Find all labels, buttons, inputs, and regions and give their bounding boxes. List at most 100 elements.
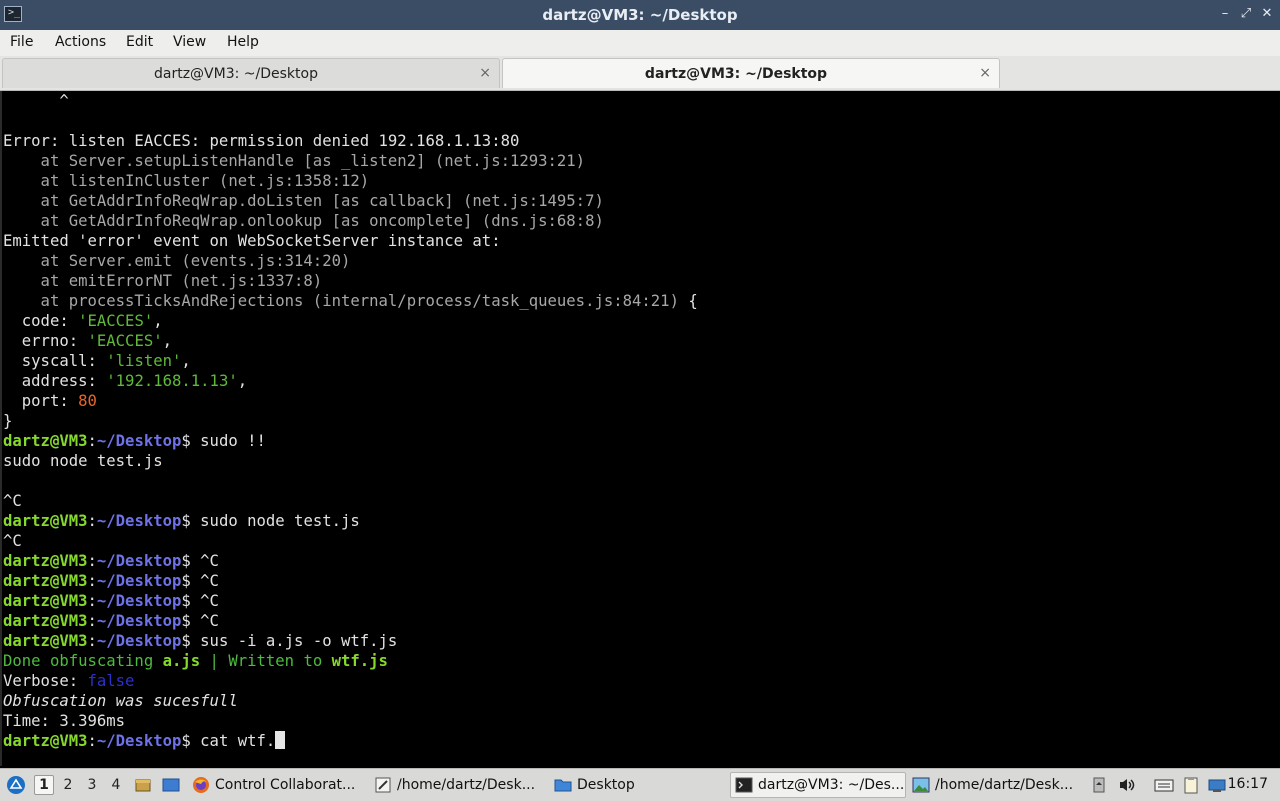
desktop-icon: [162, 778, 180, 792]
terminal-text: 'listen': [106, 352, 182, 370]
clipboard-icon[interactable]: [1182, 769, 1204, 801]
close-button[interactable]: ✕: [1258, 5, 1276, 23]
keyboard-icon[interactable]: [1154, 769, 1176, 801]
terminal-text: ~/Desktop: [96, 592, 182, 610]
terminal-text: 80: [78, 392, 97, 410]
terminal-text: at processTicksAndRejections (internal/p…: [3, 292, 679, 310]
terminal-output[interactable]: ^ Error: listen EACCES: permission denied…: [0, 91, 1280, 766]
terminal-line: address: '192.168.1.13',: [3, 371, 698, 391]
terminal-text: 'EACCES': [78, 312, 154, 330]
terminal-lines: ^ Error: listen EACCES: permission denied…: [3, 91, 698, 751]
tab-terminal-2[interactable]: dartz@VM3: ~/Desktop ×: [502, 58, 1000, 88]
terminal-line: sudo node test.js: [3, 451, 698, 471]
terminal-text: Verbose:: [3, 672, 88, 690]
tab-close-icon[interactable]: ×: [479, 65, 491, 81]
terminal-line: at listenInCluster (net.js:1358:12): [3, 171, 698, 191]
terminal-line: dartz@VM3:~/Desktop$ ^C: [3, 611, 698, 631]
task-image-viewer[interactable]: /home/dartz/Desk...: [912, 772, 1082, 798]
folder-icon: [554, 779, 572, 792]
terminal-line: Error: listen EACCES: permission denied …: [3, 131, 698, 151]
task-text-editor[interactable]: /home/dartz/Desk...: [374, 772, 546, 798]
terminal-text: :: [87, 612, 97, 630]
task-file-manager[interactable]: Desktop: [554, 772, 674, 798]
terminal-line: }: [3, 411, 698, 431]
task-terminal[interactable]: dartz@VM3: ~/Des...: [730, 772, 906, 798]
menu-help[interactable]: Help: [227, 34, 259, 50]
terminal-text: dartz@VM3: [3, 732, 88, 750]
show-desktop-button[interactable]: [134, 769, 154, 801]
workspace-2[interactable]: 2: [58, 775, 78, 795]
terminal-text: $ sudo !!: [181, 432, 266, 450]
clock: 16:17: [1227, 776, 1268, 792]
terminal-text: ,: [162, 332, 172, 350]
terminal-text: '192.168.1.13': [106, 372, 238, 390]
menu-actions[interactable]: Actions: [55, 34, 106, 50]
tab-terminal-1[interactable]: dartz@VM3: ~/Desktop ×: [2, 58, 500, 88]
terminal-line: at Server.emit (events.js:314:20): [3, 251, 698, 271]
terminal-text: dartz@VM3: [3, 512, 88, 530]
terminal-text: :: [87, 572, 97, 590]
terminal-text: at emitErrorNT (net.js:1337:8): [3, 272, 323, 290]
terminal-line: dartz@VM3:~/Desktop$ sus -i a.js -o wtf.…: [3, 631, 698, 651]
terminal-line: Time: 3.396ms: [3, 711, 698, 731]
terminal-text: at GetAddrInfoReqWrap.onlookup [as oncom…: [3, 212, 604, 230]
menu-file[interactable]: File: [10, 34, 33, 50]
workspace-1[interactable]: 1: [34, 775, 54, 795]
terminal-line: errno: 'EACCES',: [3, 331, 698, 351]
lubuntu-logo-icon: [7, 776, 25, 794]
terminal-line: dartz@VM3:~/Desktop$ sudo !!: [3, 431, 698, 451]
terminal-text: $ sudo node test.js: [181, 512, 360, 530]
window-title: dartz@VM3: ~/Desktop: [542, 6, 738, 24]
terminal-text: dartz@VM3: [3, 572, 88, 590]
terminal-line: at emitErrorNT (net.js:1337:8): [3, 271, 698, 291]
terminal-text: ~/Desktop: [96, 632, 182, 650]
terminal-line: ^C: [3, 531, 698, 551]
volume-icon[interactable]: [1118, 769, 1138, 801]
task-label: /home/dartz/Desk...: [935, 777, 1074, 793]
terminal-line: Emitted 'error' event on WebSocketServer…: [3, 231, 698, 251]
terminal-line: dartz@VM3:~/Desktop$ ^C: [3, 591, 698, 611]
start-menu-button[interactable]: [6, 769, 28, 801]
terminal-text: ,: [153, 312, 163, 330]
terminal-line: dartz@VM3:~/Desktop$ cat wtf.: [3, 731, 698, 751]
workspace-4[interactable]: 4: [106, 775, 126, 795]
task-firefox[interactable]: Control Collaborat...: [192, 772, 364, 798]
tray-eject-icon[interactable]: [1092, 769, 1110, 801]
terminal-text: ~/Desktop: [96, 732, 182, 750]
terminal-text: {: [678, 292, 698, 310]
terminal-text: Error: listen EACCES: permission denied …: [3, 132, 520, 150]
terminal-text: $ ^C: [181, 552, 219, 570]
terminal-text: }: [3, 412, 13, 430]
menu-view[interactable]: View: [173, 34, 206, 50]
terminal-text: at listenInCluster (net.js:1358:12): [3, 172, 370, 190]
terminal-line: ^C: [3, 491, 698, 511]
terminal-text: dartz@VM3: [3, 552, 88, 570]
terminal-text: wtf.js: [331, 652, 388, 670]
terminal-line: Done obfuscating a.js | Written to wtf.j…: [3, 651, 698, 671]
minimize-button[interactable]: –: [1216, 5, 1234, 23]
terminal-text: dartz@VM3: [3, 432, 88, 450]
terminal-text: ^C: [3, 492, 22, 510]
workspace-3[interactable]: 3: [82, 775, 102, 795]
terminal-line: dartz@VM3:~/Desktop$ sudo node test.js: [3, 511, 698, 531]
terminal-text: dartz@VM3: [3, 632, 88, 650]
restore-button[interactable]: ⤢: [1237, 5, 1255, 23]
task-label: Control Collaborat...: [215, 777, 356, 793]
package-icon: [135, 779, 151, 792]
terminal-line: at Server.setupListenHandle [as _listen2…: [3, 151, 698, 171]
terminal-text: Done obfuscating: [3, 652, 163, 670]
terminal-text: a.js: [162, 652, 201, 670]
tab-close-icon[interactable]: ×: [979, 65, 991, 81]
terminal-text: ^: [3, 92, 69, 110]
terminal-line: at processTicksAndRejections (internal/p…: [3, 291, 698, 311]
terminal-line: at GetAddrInfoReqWrap.doListen [as callb…: [3, 191, 698, 211]
terminal-text: :: [87, 552, 97, 570]
window-list-button[interactable]: [162, 769, 182, 801]
terminal-text: Time: 3.396ms: [3, 712, 126, 730]
terminal-line: Obfuscation was sucesfull: [3, 691, 698, 711]
terminal-text: 'EACCES': [87, 332, 163, 350]
menu-edit[interactable]: Edit: [126, 34, 153, 50]
task-label: /home/dartz/Desk...: [397, 777, 536, 793]
terminal-line: syscall: 'listen',: [3, 351, 698, 371]
terminal-line: port: 80: [3, 391, 698, 411]
